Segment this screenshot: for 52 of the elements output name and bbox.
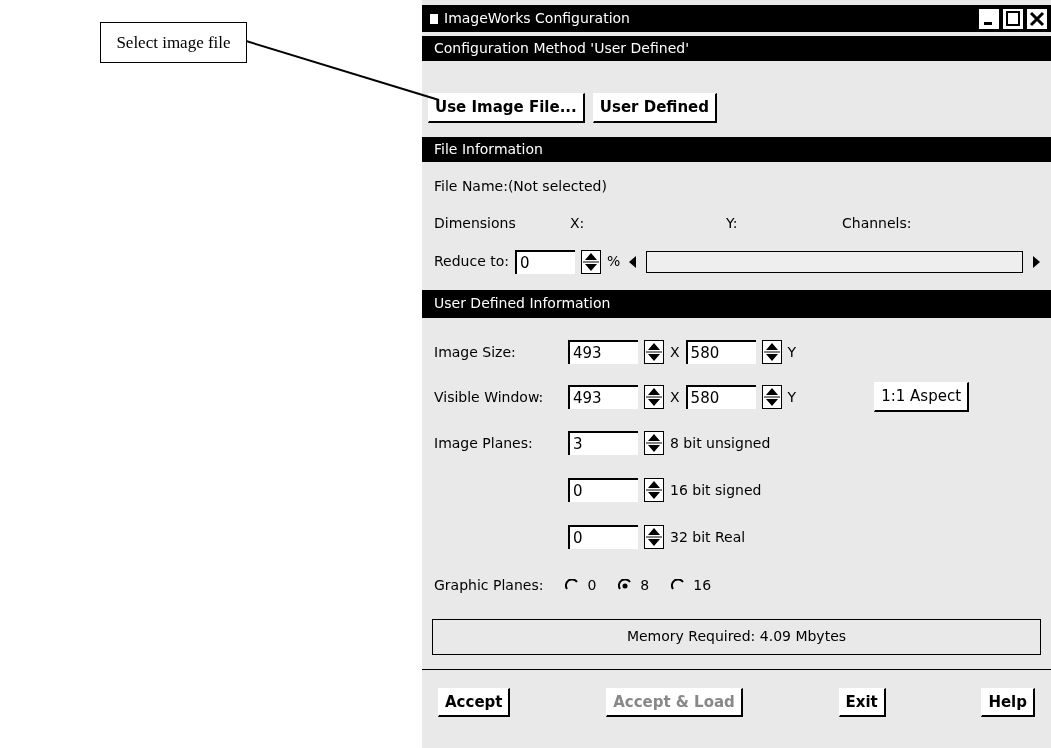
dimension-label: Dimensions: [434, 214, 517, 233]
slider-track[interactable]: [646, 250, 1023, 273]
section-header: Configuration Method 'User Defined': [422, 36, 1051, 61]
footer-button[interactable]: Accept: [438, 687, 511, 717]
plane-type-label: 16 bit signed: [670, 480, 762, 500]
axis-label: Y: [787, 387, 797, 407]
section-header: File Information: [422, 136, 1051, 162]
window-title: ImageWorks Configuration: [444, 9, 631, 28]
plane-type-label: 32 bit Real: [670, 527, 746, 547]
spinner-arrows-icon[interactable]: [761, 385, 782, 409]
dimension-label: Y:: [726, 214, 739, 233]
number-field[interactable]: 580: [685, 385, 756, 409]
number-field[interactable]: 0: [568, 525, 638, 549]
number-field[interactable]: 493: [568, 385, 638, 409]
footer-button[interactable]: Help: [981, 687, 1035, 717]
footer-button[interactable]: Exit: [838, 687, 886, 717]
reduce-label: Reduce to:: [434, 252, 509, 271]
number-field[interactable]: 3: [568, 431, 638, 455]
number-field[interactable]: 0: [568, 478, 638, 502]
axis-label: X: [670, 387, 680, 407]
spinner-arrows-icon[interactable]: [644, 525, 664, 549]
maximize-icon[interactable]: [1003, 8, 1023, 29]
radio-option[interactable]: 8: [618, 575, 650, 596]
section-header: User Defined Information: [422, 289, 1051, 318]
spinner-arrows-icon[interactable]: [644, 478, 664, 502]
spinner-arrows-icon[interactable]: [581, 249, 601, 274]
memory-readout: Memory Required: 4.09 Mbytes: [432, 618, 1041, 655]
callout-label: Select image file: [100, 22, 247, 63]
spinner-arrows-icon[interactable]: [644, 340, 664, 364]
aspect-button[interactable]: 1:1 Aspect: [874, 382, 970, 412]
spinner-arrows-icon[interactable]: [644, 385, 664, 409]
spinner-arrows-icon[interactable]: [761, 340, 782, 364]
file-name-label: File Name:(Not selected): [434, 177, 607, 196]
dimension-label: X:: [570, 214, 586, 233]
number-field[interactable]: 493: [568, 340, 638, 364]
size-label: Image Size:: [434, 342, 517, 362]
window-icon[interactable]: [428, 11, 440, 26]
percent-label: %: [607, 252, 621, 271]
size-label: Visible Window:: [434, 387, 545, 407]
dimension-label: Channels:: [842, 214, 912, 233]
radio-option[interactable]: 0: [565, 575, 597, 596]
spinner-arrows-icon[interactable]: [644, 431, 664, 455]
method-button[interactable]: Use Image File...: [428, 93, 585, 123]
axis-label: X: [670, 342, 680, 362]
plane-type-label: 8 bit unsigned: [670, 433, 771, 453]
axis-label: Y: [787, 342, 797, 362]
planes-label: Image Planes:: [434, 433, 534, 453]
method-button[interactable]: User Defined: [592, 93, 717, 123]
number-field[interactable]: 580: [685, 340, 756, 364]
reduce-field[interactable]: 0: [515, 249, 575, 274]
graphic-planes-label: Graphic Planes:: [434, 576, 544, 595]
radio-option[interactable]: 16: [671, 575, 712, 596]
